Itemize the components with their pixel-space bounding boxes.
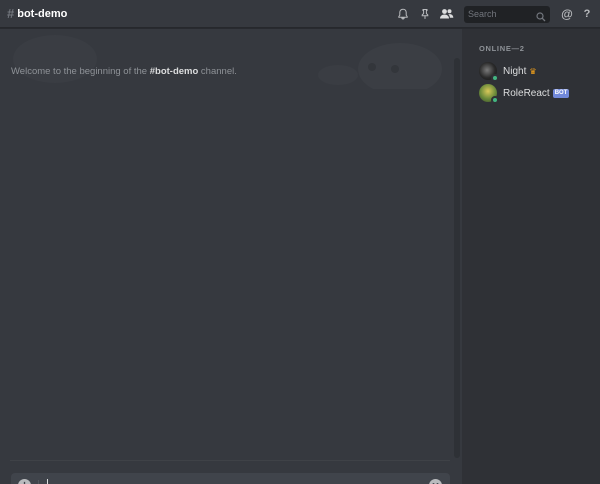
chat-scrollbar[interactable] (454, 58, 460, 458)
welcome-suffix: channel. (198, 66, 237, 77)
channel-header: # bot-demo @ ? (0, 0, 600, 28)
avatar (479, 62, 499, 82)
search-icon (536, 9, 546, 27)
member-list: ONLINE—2 Night ♛ RoleReact BOT (462, 29, 600, 484)
member-name: Night (503, 65, 527, 77)
add-icon: + (21, 479, 28, 484)
welcome-channel-name: #bot-demo (149, 66, 199, 77)
help-icon-glyph: ? (583, 8, 591, 20)
welcome-message: Welcome to the beginning of the #bot-dem… (11, 66, 237, 77)
chat-area: Welcome to the beginning of the #bot-dem… (0, 29, 462, 484)
composer-separator (38, 479, 39, 484)
header-toolbar: @ ? (395, 0, 600, 28)
member-name: RoleReact (503, 87, 550, 99)
mention-icon-glyph: @ (561, 7, 573, 21)
online-header: ONLINE—2 (479, 44, 525, 53)
message-composer[interactable]: + (11, 473, 450, 484)
pin-icon[interactable] (417, 6, 433, 22)
members-icon[interactable] (437, 6, 455, 22)
search-input[interactable] (464, 5, 534, 23)
member-item-night[interactable]: Night ♛ (479, 60, 594, 82)
channel-name: bot-demo (17, 7, 68, 20)
mention-icon[interactable]: @ (559, 6, 575, 22)
composer-divider (10, 460, 450, 461)
text-cursor (47, 479, 48, 484)
bell-icon[interactable] (395, 6, 411, 22)
crown-icon: ♛ (529, 66, 537, 76)
emoji-icon[interactable] (429, 479, 442, 484)
online-status-icon (491, 96, 499, 104)
help-icon[interactable]: ? (579, 6, 595, 22)
online-status-icon (491, 74, 499, 82)
bot-badge: BOT (552, 88, 570, 98)
channel-hash-icon: # (7, 6, 15, 21)
channel-start-decoration (0, 29, 462, 89)
avatar (479, 84, 499, 104)
welcome-prefix: Welcome to the beginning of the (11, 66, 150, 77)
upload-button[interactable]: + (18, 479, 31, 484)
member-item-rolereact[interactable]: RoleReact BOT (479, 82, 594, 104)
search-box[interactable] (464, 5, 550, 23)
